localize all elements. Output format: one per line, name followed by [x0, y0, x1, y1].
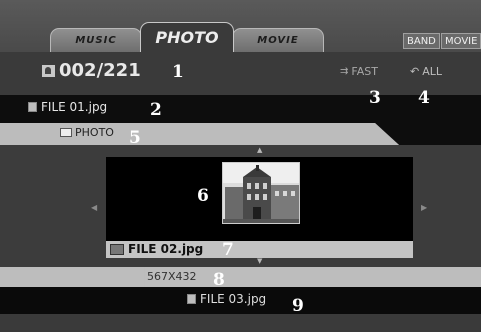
tab-movie[interactable]: MOVIE: [232, 28, 324, 52]
photo-counter: 002/221: [42, 60, 141, 81]
image-resolution: 567X432: [147, 270, 197, 283]
callout-5: 5: [129, 128, 141, 148]
bottom-band: [0, 314, 481, 332]
image-file-icon: [110, 243, 124, 255]
band-mode-button[interactable]: BAND: [403, 33, 440, 49]
movie-mode-button[interactable]: MOVIE: [441, 33, 481, 49]
file-icon: [28, 102, 37, 112]
callout-8: 8: [213, 270, 225, 290]
repeat-label: ALL: [422, 65, 443, 78]
callout-7: 7: [222, 240, 234, 260]
next-file-name: FILE 03.jpg: [200, 292, 267, 306]
folder-label[interactable]: PHOTO: [60, 126, 114, 139]
tab-bar: MUSIC PHOTO MOVIE BAND MOVIE: [0, 0, 481, 52]
tab-photo[interactable]: PHOTO: [140, 22, 234, 52]
previous-file-name: FILE 01.jpg: [41, 100, 108, 114]
scroll-down-icon[interactable]: ▼: [257, 257, 262, 265]
photo-counter-icon: [42, 64, 55, 77]
fast-icon: ⇉: [340, 66, 349, 77]
current-file-name: FILE 02.jpg: [128, 242, 204, 256]
repeat-icon: ↶: [410, 65, 420, 78]
previous-file[interactable]: FILE 01.jpg: [28, 100, 107, 114]
callout-4: 4: [418, 88, 430, 108]
playback-speed: ⇉ FAST: [340, 65, 378, 78]
callout-1: 1: [172, 62, 184, 82]
photo-thumbnail[interactable]: [222, 162, 300, 224]
repeat-mode: ↶ ALL: [410, 65, 442, 78]
callout-3: 3: [369, 88, 381, 108]
photo-browser-screen: MUSIC PHOTO MOVIE BAND MOVIE 002/221 ⇉ F…: [0, 0, 481, 332]
callout-9: 9: [292, 296, 304, 316]
callout-6: 6: [197, 186, 209, 206]
current-file[interactable]: FILE 02.jpg: [110, 242, 203, 256]
folder-icon: [60, 128, 72, 137]
tab-music[interactable]: MUSIC: [50, 28, 142, 52]
callout-2: 2: [150, 100, 162, 120]
counter-text: 002/221: [59, 60, 141, 81]
file-icon: [187, 294, 196, 304]
next-file[interactable]: FILE 03.jpg: [187, 292, 266, 306]
next-arrow-icon[interactable]: ▶: [421, 203, 427, 212]
building-photo: [223, 163, 299, 223]
scroll-up-icon[interactable]: ▲: [257, 146, 262, 154]
previous-arrow-icon[interactable]: ◀: [91, 203, 97, 212]
folder-name: PHOTO: [75, 126, 114, 139]
speed-label: FAST: [351, 65, 378, 78]
